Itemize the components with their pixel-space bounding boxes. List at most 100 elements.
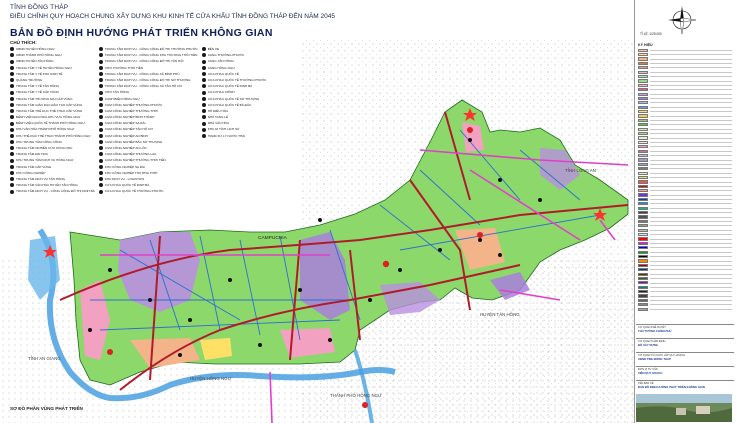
legend-swatch bbox=[638, 140, 648, 144]
legend-text-line bbox=[650, 98, 732, 99]
legend-swatch bbox=[638, 219, 648, 224]
legend-swatch bbox=[638, 228, 648, 232]
note-item: CỬA KHẨU QUỐC TẾ bbox=[201, 71, 267, 77]
legend-swatch bbox=[638, 215, 648, 219]
note-marker-icon bbox=[98, 90, 103, 95]
legend-text-line bbox=[650, 264, 732, 266]
legend-swatch bbox=[638, 189, 648, 193]
note-label: CỬA KHẨU QUỐC TẾ THƯỜNG PHƯỚC bbox=[207, 77, 267, 82]
legend-text-line bbox=[650, 225, 732, 227]
legend-swatch bbox=[638, 259, 648, 263]
note-item: TRUNG TÂM THỂ DỤC THỂ THAO CẤP VÙNG bbox=[10, 109, 95, 114]
legend-text-line bbox=[650, 71, 732, 73]
note-marker-icon bbox=[201, 53, 206, 58]
note-marker-icon bbox=[10, 146, 14, 151]
note-label: CỬA KHẨU QUỐC TẾ SỞ THƯỢNG bbox=[207, 96, 260, 101]
legend-swatch bbox=[638, 127, 648, 131]
note-label: CỤM CÔNG NGHIỆP THƯỜNG THỚI TIỀN bbox=[104, 158, 166, 163]
note-item: KHU DỊCH VỤ - LOGISTICS bbox=[98, 177, 198, 182]
note-item: UBND HUYỆN TÂN HỒNG bbox=[10, 59, 95, 64]
note-marker-icon bbox=[98, 177, 103, 182]
title-main: BẢN ĐỒ ĐỊNH HƯỚNG PHÁT TRIỂN KHÔNG GIAN bbox=[10, 27, 273, 39]
note-marker-icon bbox=[10, 90, 14, 95]
note-item: KHU VĂN HÓA THÀNH PHỐ HỒNG NGỰ bbox=[10, 127, 95, 132]
note-item: TRẠM XỬ LÝ NƯỚC THẢI bbox=[201, 134, 267, 139]
note-marker-icon bbox=[10, 53, 14, 58]
legend-swatch bbox=[638, 92, 648, 96]
note-item: TRUNG TÂM Y TẾ TÂN HỒNG bbox=[10, 84, 95, 89]
note-item: CỬA KHẨU QUỐC TẾ THƯỜNG PHƯỚC bbox=[98, 189, 198, 194]
note-label: TRUNG TÂM CẤP VÙNG bbox=[16, 164, 52, 169]
legend-swatch bbox=[638, 123, 648, 127]
legend-text-line bbox=[650, 93, 732, 95]
note-item: BẾN XE bbox=[201, 47, 267, 52]
note-label: KHU VĂN HÓA THÀNH PHỐ HỒNG NGỰ bbox=[16, 127, 75, 132]
note-marker-icon bbox=[201, 115, 206, 120]
legend-text-line bbox=[650, 291, 732, 293]
legend-swatch bbox=[638, 276, 648, 281]
legend-swatch bbox=[638, 158, 648, 162]
legend-text-line bbox=[650, 124, 732, 126]
legend-swatch bbox=[638, 88, 648, 92]
info-value: UBND TỈNH ĐỒNG THÁP bbox=[638, 357, 671, 361]
note-marker-icon bbox=[201, 127, 206, 132]
note-marker-icon bbox=[98, 84, 103, 89]
legend-text-line bbox=[650, 194, 732, 196]
legend-swatch bbox=[638, 136, 648, 140]
note-item: NHÀ VĂN HÓA bbox=[201, 121, 267, 126]
note-marker-icon bbox=[10, 121, 14, 126]
note-label: CỬA KHẨU QUỐC TẾ bbox=[207, 71, 239, 76]
note-label: TRUNG TÂM ĐẠI HỌC bbox=[16, 152, 49, 157]
note-label: CẢNG HỒNG NGỰ bbox=[207, 65, 235, 70]
note-label: TRUNG TÂM DỊCH VỤ - CÔNG CỘNG ĐÔ THỊ TÂN… bbox=[104, 59, 184, 64]
note-item: KHU CÔNG NGHIỆP bbox=[10, 171, 95, 176]
note-label: UBND HUYỆN TÂN HỒNG bbox=[16, 59, 54, 64]
note-label: NHÀ TANG LỄ bbox=[207, 115, 229, 120]
note-marker-icon bbox=[201, 84, 206, 89]
legend-swatch bbox=[638, 57, 648, 61]
note-marker-icon bbox=[98, 152, 103, 157]
note-item: TRUNG TÂM DỊCH VỤ TÂN HỒNG bbox=[10, 177, 95, 182]
note-marker-icon bbox=[10, 109, 14, 114]
note-item: CẢNG HỒNG NGỰ bbox=[201, 65, 267, 71]
note-label: TRUNG TÂM Y TẾ HUYỆN HỒNG NGỰ bbox=[16, 65, 72, 70]
legend-text-line bbox=[650, 58, 732, 60]
note-marker-icon bbox=[10, 177, 14, 182]
legend-text-line bbox=[650, 282, 732, 284]
note-marker-icon bbox=[10, 171, 14, 176]
legend-text-line bbox=[650, 251, 732, 253]
note-item: CỬA KHẨU QUỐC TẾ THƯỜNG PHƯỚC bbox=[201, 77, 267, 83]
note-item: TRUNG TÂM Y TẾ CẤP VÙNG bbox=[10, 90, 95, 95]
note-item: CỤM CÔNG NGHIỆP THƯỜNG LẠC bbox=[98, 152, 198, 157]
legend-swatch bbox=[638, 290, 648, 294]
legend-row bbox=[638, 307, 732, 311]
legend-swatch bbox=[638, 149, 648, 153]
legend-swatch bbox=[638, 233, 648, 237]
note-marker-icon bbox=[10, 65, 14, 70]
note-item: UBND HUYỆN HỒNG NGỰ bbox=[10, 47, 95, 52]
note-marker-icon bbox=[98, 183, 103, 188]
note-marker-icon bbox=[98, 115, 103, 120]
note-marker-icon bbox=[10, 183, 14, 188]
note-label: CHỢ TÂN HỒNG bbox=[104, 90, 130, 95]
note-marker-icon bbox=[98, 133, 103, 138]
note-marker-icon bbox=[201, 72, 206, 77]
note-item: NHÀ TANG LỄ bbox=[201, 115, 267, 120]
note-marker-icon bbox=[98, 140, 103, 145]
note-marker-icon bbox=[98, 121, 103, 126]
legend-text-line bbox=[650, 155, 732, 156]
legend-swatch bbox=[638, 79, 648, 83]
legend-swatch bbox=[638, 184, 648, 188]
legend-swatch bbox=[638, 307, 648, 311]
note-label: KHU THỂ DỤC THỂ THAO THÀNH PHỐ HỒNG NGỰ bbox=[16, 133, 91, 138]
note-item: CỤM CÔNG NGHIỆP AN BÌNH bbox=[98, 133, 198, 139]
legend-text-line bbox=[650, 260, 732, 262]
note-label: TRUNG TÂM THỂ DỤC THỂ THAO CẤP VÙNG bbox=[16, 108, 83, 113]
note-item: CỤM CÔNG NGHIỆP THƯỜNG PHƯỚC bbox=[98, 103, 198, 108]
note-label: TRUNG TÂM Y TẾ CẤP VÙNG bbox=[16, 90, 59, 95]
note-item: KHU CÔNG NGHIỆP SA RÀI bbox=[98, 165, 198, 170]
legend-text-line bbox=[650, 62, 732, 64]
legend-swatch bbox=[638, 197, 648, 202]
note-item: CHỢ THƯỜNG THỚI TIỀN bbox=[98, 66, 198, 71]
note-item: TRUNG TÂM Y TẾ HUYỆN HỒNG NGỰ bbox=[10, 66, 95, 71]
